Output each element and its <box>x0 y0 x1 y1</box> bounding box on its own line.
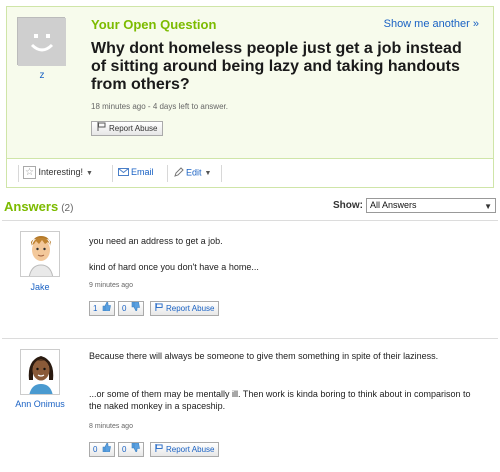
answers-heading-label: Answers <box>4 199 59 214</box>
report-abuse-label: Report Abuse <box>166 304 215 313</box>
flag-icon <box>97 122 106 135</box>
toolbar-divider <box>221 165 222 182</box>
report-abuse-button[interactable]: Report Abuse <box>150 442 220 457</box>
question-box: z Your Open Question Show me another » W… <box>6 6 494 188</box>
answer-text: Because there will always be someone to … <box>89 351 439 361</box>
answer-text: ...or some of them may be mentally ill. … <box>89 389 471 411</box>
thumbs-down-count: 0 <box>122 304 127 313</box>
thumbs-up-button[interactable]: 0 <box>89 442 115 457</box>
report-abuse-label: Report Abuse <box>166 445 215 454</box>
thumbs-down-icon <box>131 302 140 315</box>
email-label: Email <box>131 167 154 177</box>
thumbs-down-button[interactable]: 0 <box>118 442 144 457</box>
thumbs-down-button[interactable]: 0 <box>118 301 144 316</box>
answer-text: you need an address to get a job. <box>89 236 223 246</box>
toolbar-divider <box>112 165 113 182</box>
default-avatar-icon[interactable] <box>17 17 66 66</box>
show-another-link[interactable]: Show me another » <box>384 18 479 30</box>
thumbs-down-count: 0 <box>122 445 127 454</box>
pencil-icon <box>174 167 184 179</box>
chevron-down-icon: ▼ <box>204 170 212 178</box>
answer-meta: 8 minutes ago <box>89 423 133 430</box>
chevron-down-icon: ▼ <box>484 202 492 211</box>
email-button[interactable]: Email <box>118 167 154 178</box>
question-toolbar: ☆ Interesting! ▼ Email Edit ▼ <box>7 158 493 187</box>
user-avatar-ann-onimus[interactable] <box>20 349 60 395</box>
show-filter-label: Show: <box>333 200 363 211</box>
flag-icon <box>155 443 163 456</box>
interesting-button[interactable]: ☆ Interesting! ▼ <box>23 166 93 179</box>
thumbs-up-count: 1 <box>93 304 98 313</box>
user-avatar-jake[interactable] <box>20 231 60 277</box>
answers-count: (2) <box>61 203 74 214</box>
report-abuse-button[interactable]: Report Abuse <box>91 121 164 136</box>
answers-filter-select[interactable]: All Answers ▼ <box>366 198 496 213</box>
answer-meta: 9 minutes ago <box>89 282 133 289</box>
toolbar-divider <box>18 165 19 182</box>
question-author-link[interactable]: z <box>17 70 67 81</box>
star-icon: ☆ <box>23 166 36 179</box>
interesting-label: Interesting! <box>38 166 84 177</box>
thumbs-up-icon <box>102 443 111 456</box>
answer-author-link[interactable]: Ann Onimus <box>0 399 80 409</box>
divider <box>2 220 498 221</box>
question-panel: z Your Open Question Show me another » W… <box>7 7 493 158</box>
chevron-down-icon: ▼ <box>86 169 93 177</box>
report-abuse-button[interactable]: Report Abuse <box>150 301 220 316</box>
answers-filter-value: All Answers <box>370 200 417 210</box>
answer-author-link[interactable]: Jake <box>0 282 80 292</box>
thumbs-up-count: 0 <box>93 445 98 454</box>
question-meta: 18 minutes ago - 4 days left to answer. <box>91 102 228 111</box>
toolbar-divider <box>167 165 168 182</box>
edit-button[interactable]: Edit ▼ <box>174 167 211 179</box>
thumbs-down-icon <box>131 443 140 456</box>
open-question-heading: Your Open Question <box>91 17 217 32</box>
report-abuse-label: Report Abuse <box>109 124 158 133</box>
edit-label: Edit <box>186 167 202 178</box>
thumbs-up-icon <box>102 302 111 315</box>
flag-icon <box>155 302 163 315</box>
question-title: Why dont homeless people just get a job … <box>91 40 462 93</box>
answers-heading: Answers (2) <box>4 199 73 214</box>
divider <box>2 338 498 339</box>
envelope-icon <box>118 167 129 178</box>
thumbs-up-button[interactable]: 1 <box>89 301 115 316</box>
answer-text: kind of hard once you don't have a home.… <box>89 262 259 272</box>
